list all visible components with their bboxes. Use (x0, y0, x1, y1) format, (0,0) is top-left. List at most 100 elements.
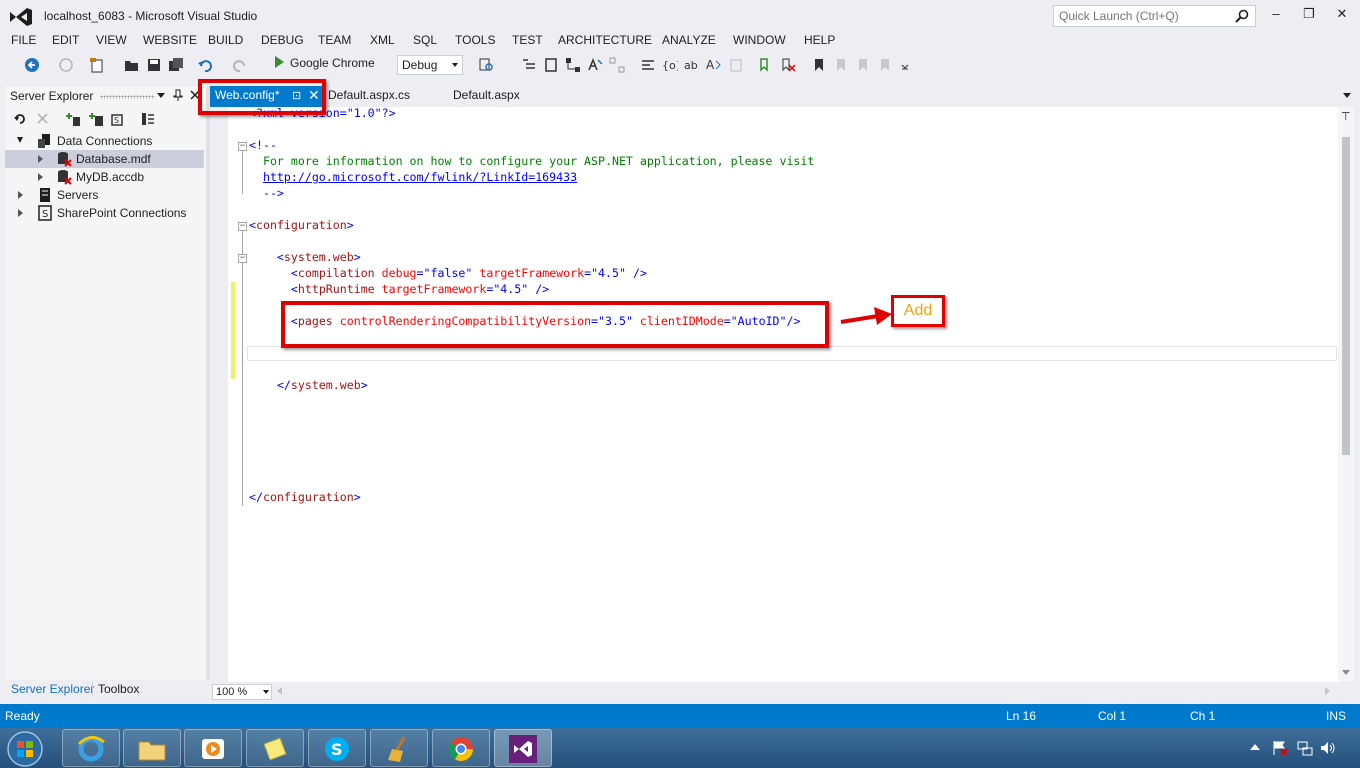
drag-grip[interactable] (100, 95, 155, 99)
expanded-arrow-icon[interactable] (17, 137, 23, 143)
taskbar-google-chrome[interactable] (432, 729, 490, 767)
text-icon[interactable]: ab (684, 57, 700, 73)
menu-test[interactable]: TEST (512, 33, 543, 47)
prev-bookmark-icon[interactable] (833, 57, 849, 73)
bookmark-icon[interactable] (811, 57, 827, 73)
save-icon[interactable] (146, 57, 162, 73)
next-bookmark-icon[interactable] (855, 57, 871, 73)
menu-build[interactable]: BUILD (208, 33, 243, 47)
tree-item-sharepoint-connections[interactable]: S SharePoint Connections (5, 204, 204, 222)
zoom-select[interactable]: 100 % (212, 684, 272, 700)
collapse-region-icon[interactable]: − (238, 222, 247, 231)
collapsed-arrow-icon[interactable] (38, 173, 43, 181)
panel-menu-icon[interactable] (157, 91, 165, 99)
collapse-region-icon[interactable]: − (238, 254, 247, 263)
font-icon[interactable]: A (706, 57, 722, 73)
menu-tools[interactable]: TOOLS (455, 33, 495, 47)
comment-icon[interactable] (640, 57, 656, 73)
vertical-scrollbar[interactable]: ⊤ (1338, 107, 1354, 682)
redo-icon[interactable] (232, 57, 248, 73)
undo-icon[interactable] (197, 57, 213, 73)
panel-splitter[interactable] (206, 86, 210, 680)
code-line-system-web-close[interactable]: </system.web> (249, 377, 368, 393)
menu-window[interactable]: WINDOW (733, 33, 786, 47)
menu-help[interactable]: HELP (804, 33, 835, 47)
toolbar-overflow-icon[interactable] (897, 57, 913, 73)
tree-item-servers[interactable]: Servers (5, 186, 204, 204)
menu-view[interactable]: VIEW (96, 33, 127, 47)
tree-item-data-connections[interactable]: Data Connections (5, 132, 204, 150)
navigate-back-icon[interactable] (24, 57, 40, 73)
menu-edit[interactable]: EDIT (52, 33, 79, 47)
code-line-compilation[interactable]: <compilation debug="false" targetFramewo… (249, 265, 647, 281)
save-all-icon[interactable] (168, 57, 184, 73)
tree-item-database-mdf[interactable]: Database.mdf (5, 150, 204, 168)
navigate-forward-icon[interactable] (58, 57, 74, 73)
start-button-icon[interactable] (6, 730, 44, 768)
collapsed-arrow-icon[interactable] (18, 209, 23, 217)
collapsed-arrow-icon[interactable] (38, 155, 43, 163)
tab-default-aspx[interactable]: Default.aspx (453, 86, 520, 107)
code-line-comment-open[interactable]: <!-- (249, 137, 277, 153)
tab-toolbox[interactable]: Toolbox (98, 682, 139, 696)
scroll-down-icon[interactable] (1342, 670, 1350, 676)
menu-debug[interactable]: DEBUG (261, 33, 304, 47)
minimize-button[interactable]: – (1262, 4, 1290, 24)
menu-file[interactable]: FILE (11, 33, 36, 47)
connect-sharepoint-icon[interactable]: S (110, 111, 126, 127)
collapse-region-icon[interactable]: − (238, 142, 247, 151)
format-icon[interactable] (587, 57, 603, 73)
quick-launch-box[interactable] (1053, 5, 1256, 27)
tree-item-mydb-accdb[interactable]: MyDB.accdb (5, 168, 204, 186)
tab-default-aspx-cs[interactable]: Default.aspx.cs (328, 86, 410, 107)
code-line-comment-close[interactable]: --> (249, 185, 284, 201)
menu-xml[interactable]: XML (370, 33, 395, 47)
code-line-system-web-open[interactable]: <system.web> (249, 249, 361, 265)
pin-icon[interactable] (173, 89, 183, 101)
clear-bookmark-icon[interactable] (780, 57, 796, 73)
toggle-bookmark-icon[interactable] (877, 57, 893, 73)
volume-icon[interactable] (1320, 740, 1336, 756)
properties-icon[interactable] (140, 111, 156, 127)
tab-list-dropdown-icon[interactable] (1343, 93, 1351, 99)
outline-icon[interactable] (521, 57, 537, 73)
refresh-icon[interactable] (13, 112, 27, 126)
code-line-configuration-open[interactable]: <configuration> (249, 217, 354, 233)
find-in-files-icon[interactable] (478, 57, 494, 73)
scroll-right-icon[interactable] (1325, 687, 1330, 695)
code-line-comment-text[interactable]: For more information on how to configure… (249, 153, 814, 169)
copy-icon[interactable] (728, 57, 744, 73)
split-window-icon[interactable]: ⊤ (1341, 111, 1351, 123)
fwlink-link[interactable]: http://go.microsoft.com/fwlink/?LinkId=1… (263, 170, 577, 184)
menu-team[interactable]: TEAM (318, 33, 351, 47)
taskbar-skype[interactable]: S (308, 729, 366, 767)
connect-database-icon[interactable] (65, 111, 81, 127)
close-window-button[interactable]: ✕ (1328, 4, 1356, 24)
menu-architecture[interactable]: ARCHITECTURE (558, 33, 652, 47)
start-debugging-button[interactable]: Google Chrome (275, 56, 375, 74)
taskbar-internet-explorer[interactable] (62, 729, 120, 767)
menu-analyze[interactable]: ANALYZE (662, 33, 716, 47)
document-icon[interactable] (543, 57, 559, 73)
scroll-left-icon[interactable] (277, 687, 282, 695)
stop-refresh-icon[interactable] (37, 113, 48, 124)
tab-server-explorer[interactable]: Server Explorer (11, 682, 94, 696)
taskbar-media-player[interactable] (184, 729, 242, 767)
restore-button[interactable]: ❐ (1295, 4, 1323, 24)
menu-sql[interactable]: SQL (413, 33, 437, 47)
taskbar-sticky-notes[interactable] (246, 729, 304, 767)
brackets-icon[interactable]: {o} (662, 57, 678, 73)
show-hidden-icons-icon[interactable] (1250, 743, 1260, 750)
collapsed-arrow-icon[interactable] (18, 191, 23, 199)
hierarchy-icon[interactable] (565, 57, 581, 73)
taskbar-visual-studio[interactable] (494, 729, 552, 767)
menu-website[interactable]: WEBSITE (143, 33, 197, 47)
taskbar-file-explorer[interactable] (123, 729, 181, 767)
scroll-thumb[interactable] (1342, 137, 1350, 455)
network-icon[interactable] (1297, 740, 1313, 756)
code-editor[interactable]: − − − <?xml version="1.0"?> <!-- For mor… (228, 106, 1338, 682)
code-line-httpruntime[interactable]: <httpRuntime targetFramework="4.5" /> (249, 281, 549, 297)
bookmark-next-icon[interactable] (758, 57, 774, 73)
open-file-icon[interactable] (124, 57, 140, 73)
code-line-configuration-close[interactable]: </configuration> (249, 489, 361, 505)
